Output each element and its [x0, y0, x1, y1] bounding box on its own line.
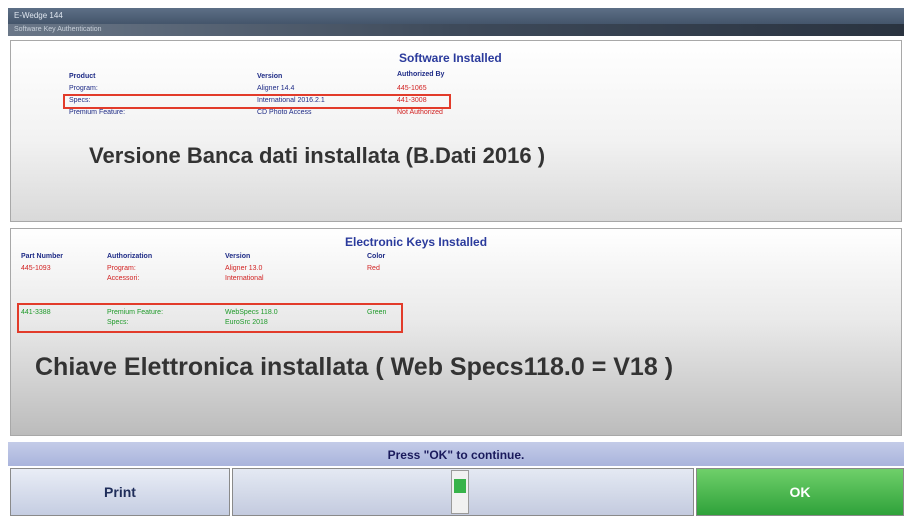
webspecs-highlight-box — [17, 303, 403, 333]
ok-button[interactable]: OK — [696, 468, 904, 516]
column-header-product: Product — [69, 73, 96, 80]
status-text: Press "OK" to continue. — [387, 448, 525, 462]
annotation-database-version: Versione Banca dati installata (B.Dati 2… — [89, 143, 546, 168]
software-row-authorized-by: 445-1065 — [397, 85, 427, 92]
specs-highlight-box — [63, 94, 451, 109]
keys-section-title: Electronic Keys Installed — [345, 235, 488, 249]
software-row-version: CD Photo Access — [257, 109, 312, 116]
status-bar: Press "OK" to continue. — [8, 442, 904, 466]
ok-button-label: OK — [789, 484, 811, 500]
column-header-part-number: Part Number — [21, 253, 64, 260]
status-indicator — [451, 470, 469, 514]
software-row-product: Premium Feature: — [69, 109, 126, 116]
software-installed-panel: Software Installed Product Version Autho… — [10, 40, 902, 222]
column-header-version: Version — [225, 253, 251, 260]
electronic-keys-panel: Electronic Keys Installed Part Number Au… — [10, 228, 902, 436]
column-header-authorization: Authorization — [107, 253, 153, 260]
software-row-product: Program: — [69, 85, 98, 92]
key-version: International — [225, 275, 264, 282]
column-header-authorized-by: Authorized By — [397, 71, 445, 78]
key-authorization: Program: — [107, 265, 136, 272]
key-color: Red — [367, 265, 380, 272]
window-subtitle-bar: Software Key Authentication — [8, 24, 904, 36]
window-subtitle: Software Key Authentication — [14, 26, 102, 33]
print-button[interactable]: Print — [10, 468, 230, 516]
window-title: E-Wedge 144 — [14, 11, 63, 20]
print-button-label: Print — [104, 484, 136, 500]
key-authorization: Accessori: — [107, 275, 140, 282]
window-title-bar: E-Wedge 144 — [8, 8, 904, 24]
software-row-version: Aligner 14.4 — [257, 85, 295, 92]
column-header-color: Color — [367, 253, 386, 260]
software-section-title: Software Installed — [399, 51, 502, 65]
column-header-version: Version — [257, 73, 283, 80]
key-version: Aligner 13.0 — [225, 265, 263, 272]
annotation-electronic-key: Chiave Elettronica installata ( Web Spec… — [35, 353, 674, 381]
key-part-number: 445-1093 — [21, 265, 51, 272]
software-row-authorized-by: Not Authorized — [397, 109, 443, 116]
status-indicator-fill — [454, 479, 466, 493]
